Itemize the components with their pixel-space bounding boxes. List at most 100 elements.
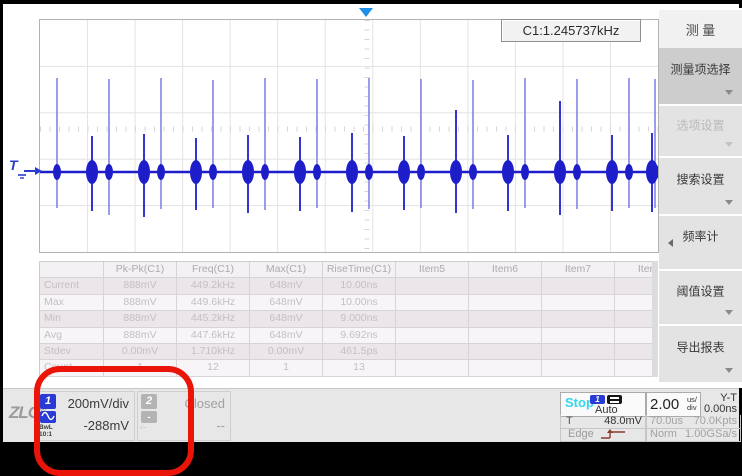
sidebar-button-label: 选项设置 xyxy=(659,117,742,134)
table-cell xyxy=(469,344,542,360)
trigger-type-row[interactable]: Edge xyxy=(560,428,646,442)
column-header: Item5 xyxy=(396,262,469,278)
table-cell: 888mV xyxy=(104,295,177,311)
table-scrollbar[interactable] xyxy=(652,261,658,377)
table-cell: 461.5ps xyxy=(323,344,396,360)
row-label: Stdev xyxy=(40,344,104,360)
screen-frame: T C1:1.245737kHz 测 量 测量项选择选项设置搜索设置频率计阈值设… xyxy=(0,0,742,471)
channel2-probe: -:- xyxy=(140,424,146,431)
display-mode-zone: Y-T 0.00ns xyxy=(700,392,739,415)
frequency-counter-readout: C1:1.245737kHz xyxy=(501,19,641,42)
memory-icon xyxy=(607,395,622,404)
timebase-unit: us/ div xyxy=(687,396,697,412)
sample-rate: 1.00GSa/s xyxy=(685,428,737,440)
table-cell xyxy=(542,311,615,327)
frequency-value: C1:1.245737kHz xyxy=(523,23,620,38)
table-cell xyxy=(615,344,652,360)
table-cell: 888mV xyxy=(104,278,177,294)
sidebar-button-label: 阈值设置 xyxy=(659,283,742,300)
record-window-row: 70.0us 70.0Kpts xyxy=(646,415,741,429)
column-header: Freq(C1) xyxy=(177,262,250,278)
sidebar-button-label: 导出报表 xyxy=(659,339,742,356)
chevron-down-icon xyxy=(725,310,733,315)
table-cell: 445.2kHz xyxy=(177,311,250,327)
menu-sidebar: 测 量 测量项选择选项设置搜索设置频率计阈值设置导出报表 xyxy=(659,8,742,388)
sidebar-button-4[interactable]: 频率计 xyxy=(659,216,742,269)
table-cell xyxy=(469,295,542,311)
sidebar-button-5[interactable]: 阈值设置 xyxy=(659,271,742,324)
table-cell xyxy=(615,311,652,327)
trigger-type-label: Edge xyxy=(568,428,594,440)
acquisition-status-box[interactable]: Stop 1 Auto xyxy=(560,392,646,417)
measurement-table: Pk-Pk(C1)Freq(C1)Max(C1)RiseTime(C1)Item… xyxy=(39,261,652,377)
table-cell: 888mV xyxy=(104,328,177,344)
trigger-level-marker[interactable]: T xyxy=(8,154,42,193)
row-label: Current xyxy=(40,278,104,294)
chevron-down-icon xyxy=(725,142,733,147)
table-cell: 447.6kHz xyxy=(177,328,250,344)
chevron-down-icon xyxy=(725,368,733,373)
table-cell xyxy=(615,328,652,344)
column-header: Item6 xyxy=(469,262,542,278)
measurement-table-container: Pk-Pk(C1)Freq(C1)Max(C1)RiseTime(C1)Item… xyxy=(39,261,652,377)
waveform-plot xyxy=(40,20,658,252)
table-cell: 12 xyxy=(177,360,250,376)
table-cell xyxy=(396,360,469,376)
sidebar-button-6[interactable]: 导出报表 xyxy=(659,326,742,382)
table-cell xyxy=(469,328,542,344)
table-cell xyxy=(469,311,542,327)
table-cell: 648mV xyxy=(250,311,323,327)
table-cell xyxy=(542,344,615,360)
sidebar-button-2[interactable]: 选项设置 xyxy=(659,106,742,156)
record-points: 70.0Kpts xyxy=(694,415,737,427)
table-cell xyxy=(542,360,615,376)
trigger-source-badge: 1 xyxy=(590,395,605,404)
table-cell xyxy=(615,278,652,294)
table-cell xyxy=(615,360,652,376)
channel1-number-badge: 1 xyxy=(40,394,56,409)
sidebar-button-label: 搜索设置 xyxy=(659,171,742,188)
row-label: Min xyxy=(40,311,104,327)
table-cell: 648mV xyxy=(250,278,323,294)
table-cell xyxy=(396,295,469,311)
table-cell xyxy=(396,278,469,294)
timebase-scale: 2.00 xyxy=(650,396,679,413)
table-cell: 10.00ns xyxy=(323,295,396,311)
app-background: T C1:1.245737kHz 测 量 测量项选择选项设置搜索设置频率计阈值设… xyxy=(3,4,739,437)
trigger-label: T xyxy=(566,415,573,427)
sidebar-button-1[interactable]: 测量项选择 xyxy=(659,48,742,104)
sample-rate-row: Norm 1.00GSa/s xyxy=(646,428,741,442)
channel1-panel[interactable]: 1 BwL 10:1 200mV/div -288mV xyxy=(36,391,135,441)
channel1-offset: -288mV xyxy=(83,418,129,433)
window-length: 70.0us xyxy=(650,415,683,427)
channel2-status: Closed xyxy=(185,396,225,411)
table-cell xyxy=(396,328,469,344)
timebase-box[interactable]: 2.00 us/ div xyxy=(646,392,701,417)
table-cell: 0.00mV xyxy=(104,344,177,360)
sidebar-button-3[interactable]: 搜索设置 xyxy=(659,158,742,214)
trigger-position-marker[interactable] xyxy=(359,8,373,17)
menu-title-label: 测 量 xyxy=(686,20,716,39)
row-label: Count xyxy=(40,360,104,376)
chevron-down-icon xyxy=(725,200,733,205)
table-cell xyxy=(396,344,469,360)
table-cell xyxy=(542,278,615,294)
channel2-coupling-icon: - xyxy=(141,411,157,423)
status-bar: ZLG® 1 BwL 10:1 200mV/div -288mV 2 - -:-… xyxy=(3,388,739,442)
channel2-panel[interactable]: 2 - -:- Closed -- xyxy=(137,391,231,441)
table-cell: 10.00ns xyxy=(323,278,396,294)
waveform-display xyxy=(39,19,659,253)
menu-title: 测 量 xyxy=(659,10,742,48)
table-cell: 648mV xyxy=(250,295,323,311)
table-cell: 1 xyxy=(250,360,323,376)
channel1-bandwidth-probe: BwL 10:1 xyxy=(39,424,53,438)
row-label: Max xyxy=(40,295,104,311)
table-cell: 0.00mV xyxy=(250,344,323,360)
trigger-level-row[interactable]: T 48.0mV xyxy=(560,415,646,429)
table-cell: 9.692ns xyxy=(323,328,396,344)
table-cell xyxy=(615,295,652,311)
acquire-mode: Norm xyxy=(650,428,677,440)
channel1-coupling-icon xyxy=(40,411,56,423)
table-cell: 9.000ns xyxy=(323,311,396,327)
table-cell: 648mV xyxy=(250,328,323,344)
